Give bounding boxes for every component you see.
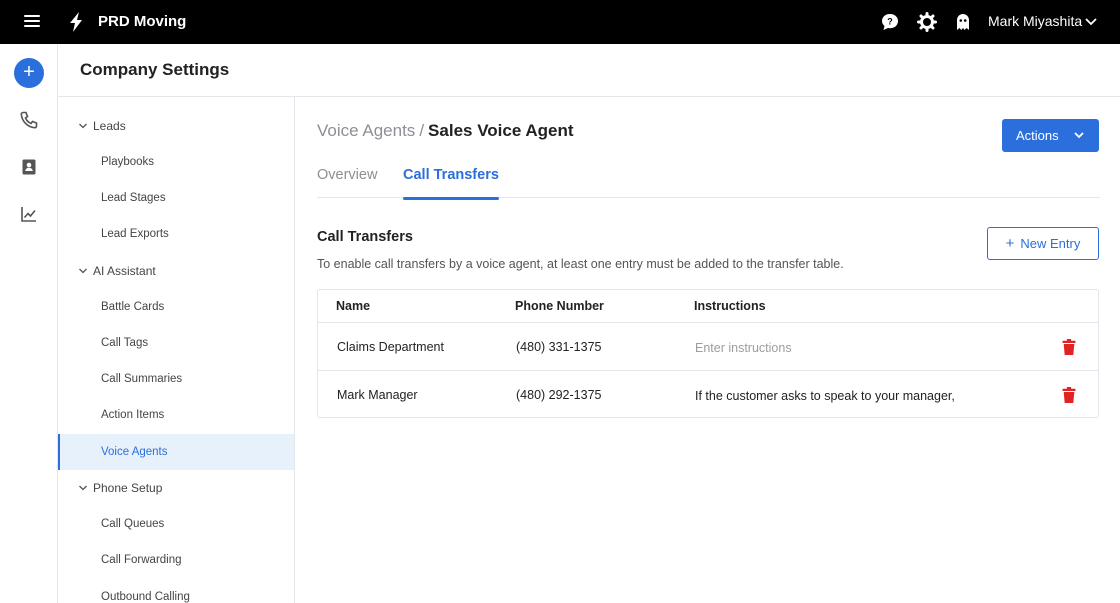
nav-item-battle-cards[interactable]: Battle Cards: [58, 289, 294, 325]
trash-icon[interactable]: [1062, 387, 1076, 403]
page-title: Company Settings: [80, 60, 230, 79]
nav-item-playbooks[interactable]: Playbooks: [58, 144, 294, 180]
phone-icon[interactable]: [19, 110, 39, 130]
section-title: Call Transfers: [317, 229, 413, 245]
chevron-down-icon[interactable]: [1084, 14, 1098, 28]
nav-item-voice-agents[interactable]: Voice Agents: [58, 434, 294, 470]
row-name: Mark Manager: [337, 388, 418, 402]
new-entry-button[interactable]: + New Entry: [987, 227, 1099, 260]
table-row: Claims Department (480) 331-1375: [318, 323, 1098, 371]
nav-group-label: AI Assistant: [93, 264, 156, 278]
nav-item-lead-stages[interactable]: Lead Stages: [58, 180, 294, 216]
row-phone: (480) 292-1375: [516, 388, 602, 402]
row-name: Claims Department: [337, 340, 444, 354]
nav-group-label: Leads: [93, 119, 126, 133]
menu-icon[interactable]: [22, 12, 42, 32]
instructions-text[interactable]: If the customer asks to speak to your ma…: [695, 388, 995, 404]
column-header-phone: Phone Number: [515, 299, 604, 313]
table-header-row: Name Phone Number Instructions: [318, 290, 1098, 323]
row-instructions-cell: [695, 340, 995, 371]
chevron-down-icon: [79, 123, 87, 129]
actions-button[interactable]: Actions: [1002, 119, 1099, 152]
chart-icon[interactable]: [19, 204, 39, 224]
gear-icon[interactable]: [917, 12, 937, 32]
column-header-name: Name: [336, 299, 371, 313]
svg-text:?: ?: [887, 17, 893, 27]
nav-item-action-items[interactable]: Action Items: [58, 397, 294, 433]
tab-call-transfers[interactable]: Call Transfers: [403, 167, 499, 200]
create-button[interactable]: +: [14, 58, 44, 88]
row-instructions-cell: If the customer asks to speak to your ma…: [695, 388, 995, 417]
page-header: Company Settings: [58, 44, 1120, 97]
nav-item-call-tags[interactable]: Call Tags: [58, 325, 294, 361]
section-description: To enable call transfers by a voice agen…: [317, 257, 844, 271]
breadcrumb: Voice Agents / Sales Voice Agent: [317, 121, 574, 141]
tab-overview[interactable]: Overview: [317, 167, 377, 198]
column-header-instructions: Instructions: [694, 299, 766, 313]
nav-item-lead-exports[interactable]: Lead Exports: [58, 216, 294, 252]
chevron-down-icon: [79, 268, 87, 274]
row-phone: (480) 331-1375: [516, 340, 602, 354]
bolt-logo-icon[interactable]: [66, 11, 86, 33]
nav-item-call-forwarding[interactable]: Call Forwarding: [58, 542, 294, 578]
chat-help-icon[interactable]: ?: [880, 12, 900, 32]
nav-group-label: Phone Setup: [93, 481, 163, 495]
breadcrumb-current: Sales Voice Agent: [428, 121, 574, 140]
top-bar: PRD Moving ? Mark Miyashita: [0, 0, 1120, 44]
settings-nav: Leads Playbooks Lead Stages Lead Exports…: [58, 97, 295, 603]
chevron-down-icon: [1074, 132, 1084, 139]
breadcrumb-parent[interactable]: Voice Agents: [317, 121, 415, 140]
chevron-down-icon: [79, 485, 87, 491]
tab-bar: Overview Call Transfers: [317, 167, 1100, 200]
plus-icon: +: [1005, 235, 1015, 252]
breadcrumb-separator: /: [419, 121, 425, 140]
trash-icon[interactable]: [1062, 339, 1076, 355]
app-title[interactable]: PRD Moving: [98, 13, 186, 30]
contact-book-icon[interactable]: [19, 157, 39, 177]
left-rail: +: [0, 44, 58, 603]
nav-item-call-queues[interactable]: Call Queues: [58, 506, 294, 542]
table-row: Mark Manager (480) 292-1375 If the custo…: [318, 371, 1098, 417]
ghost-icon[interactable]: [953, 12, 973, 32]
actions-button-label: Actions: [1016, 128, 1059, 143]
instructions-input[interactable]: [695, 341, 975, 355]
nav-group-phone-setup[interactable]: Phone Setup: [78, 481, 162, 501]
nav-group-ai-assistant[interactable]: AI Assistant: [78, 264, 156, 284]
nav-item-call-summaries[interactable]: Call Summaries: [58, 361, 294, 397]
nav-item-outbound-calling[interactable]: Outbound Calling: [58, 579, 294, 603]
nav-group-leads[interactable]: Leads: [78, 119, 126, 139]
main-content: Voice Agents / Sales Voice Agent Actions O…: [295, 97, 1120, 603]
call-transfers-table: Name Phone Number Instructions Claims De…: [317, 289, 1099, 418]
new-entry-label: New Entry: [1020, 236, 1081, 251]
user-name[interactable]: Mark Miyashita: [988, 13, 1082, 29]
